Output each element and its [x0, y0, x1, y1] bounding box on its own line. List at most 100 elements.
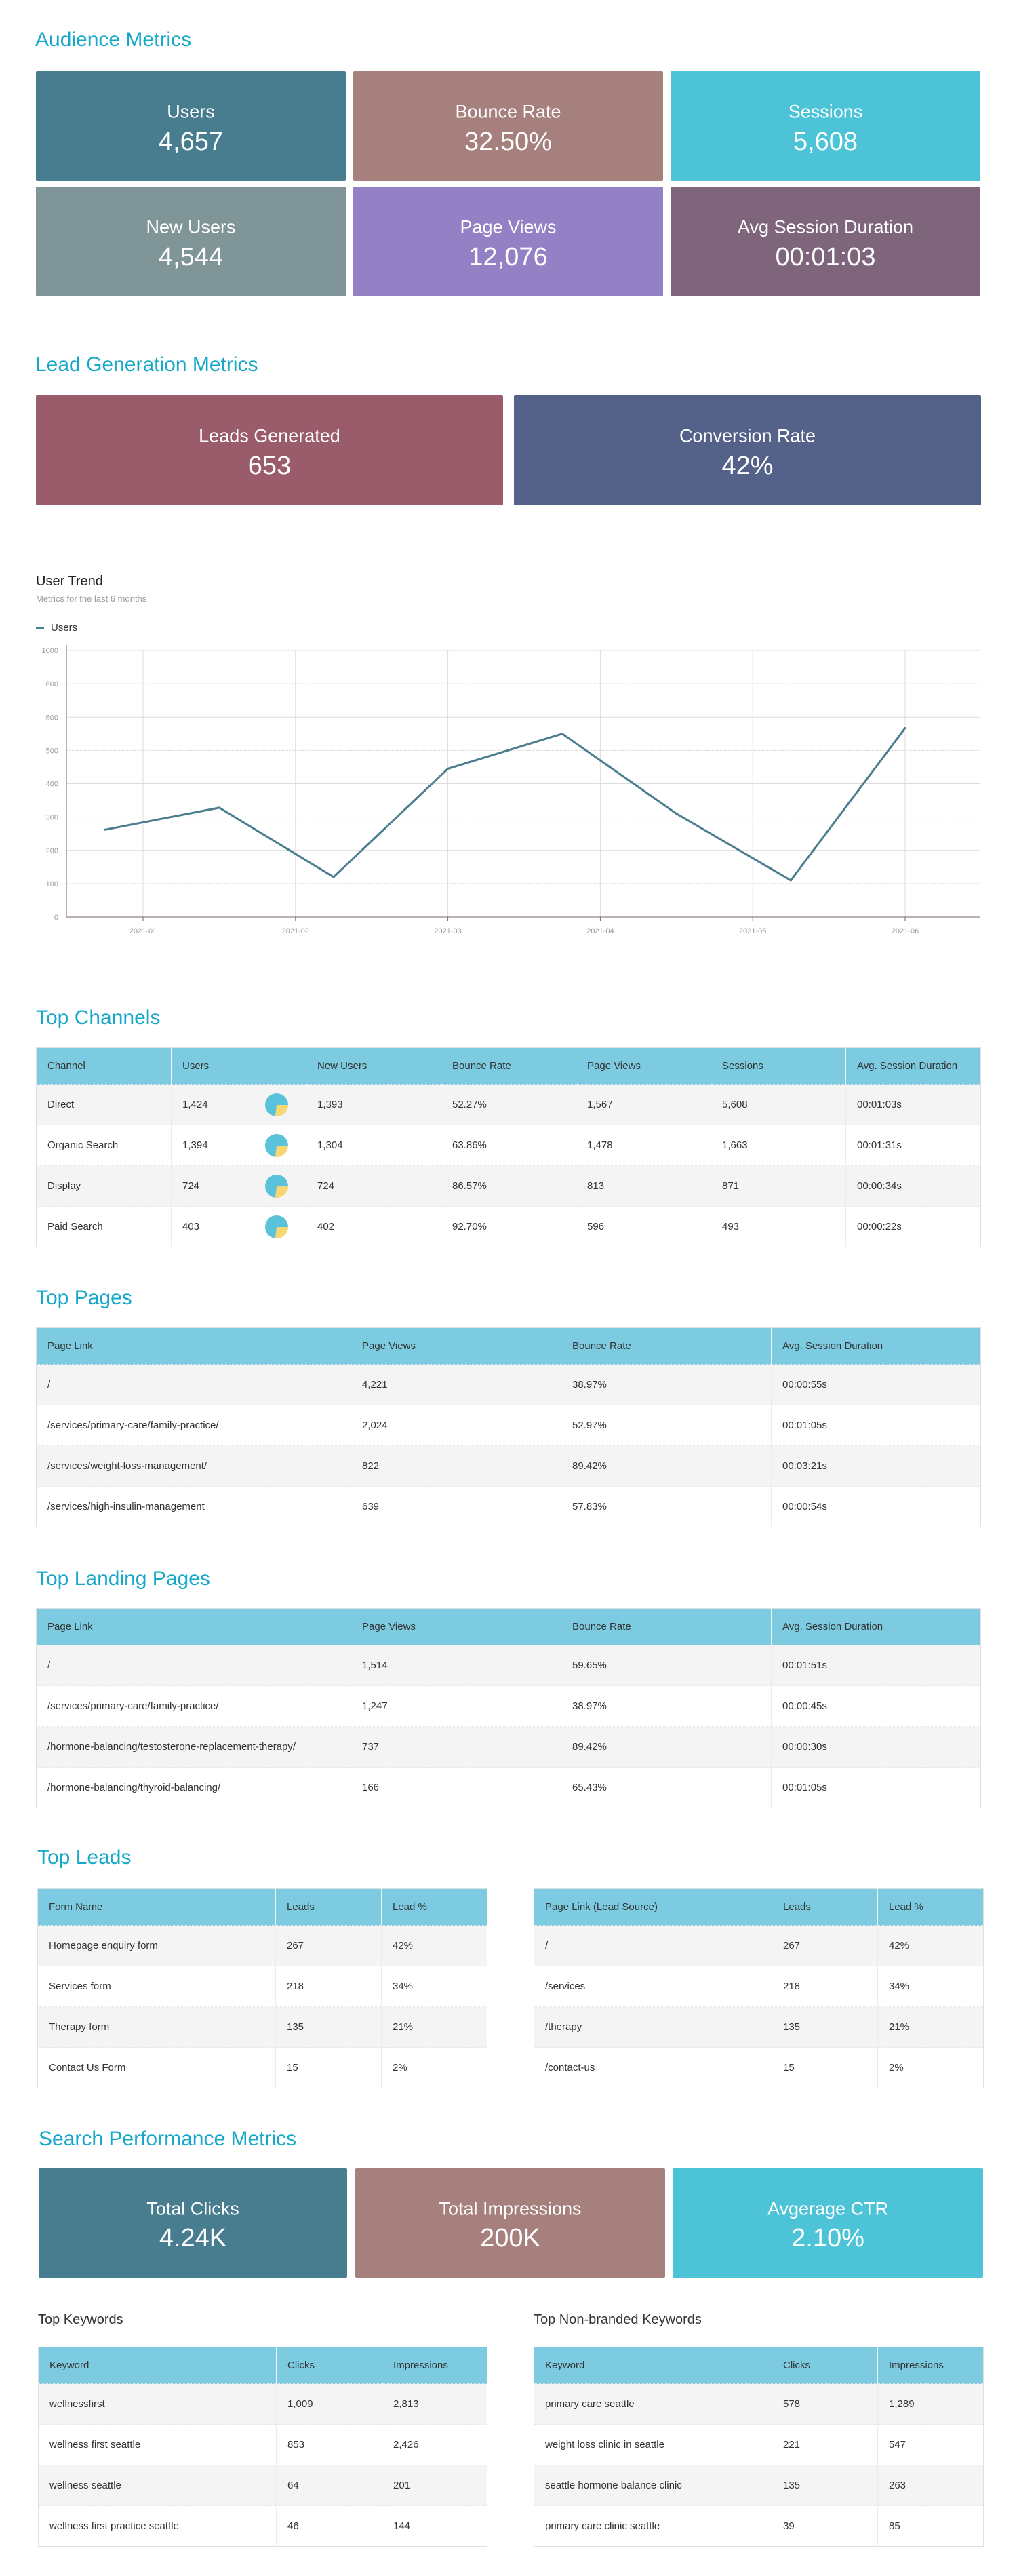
table-row[interactable]: Homepage enquiry form 267 42% — [37, 1925, 487, 1966]
cell-new-users: 1,393 — [306, 1084, 441, 1125]
users-cell-content: 1,394 — [182, 1133, 295, 1157]
legend-label-users: Users — [51, 622, 78, 633]
column-header-page-views[interactable]: Page Views — [576, 1047, 711, 1085]
table-header-row: Page Link Page Views Bounce Rate Avg. Sessi… — [36, 1608, 981, 1645]
table-row[interactable]: /hormone-balancing/testosterone-replacem… — [36, 1726, 981, 1768]
x-tick-label: 2021-04 — [586, 927, 614, 935]
column-header-page-views[interactable]: Page Views — [351, 1327, 561, 1365]
column-header-users[interactable]: Users — [171, 1047, 306, 1085]
column-header-page-link[interactable]: Page Link — [36, 1608, 351, 1645]
table-row[interactable]: Services form 218 34% — [37, 1966, 487, 2007]
table-row[interactable]: /contact-us 15 2% — [534, 2047, 984, 2088]
cell-form-name: Homepage enquiry form — [37, 1925, 276, 1966]
table-row[interactable]: primary care seattle 578 1,289 — [534, 2383, 984, 2425]
lead-generation-title: Lead Generation Metrics — [35, 353, 258, 376]
column-header-keyword[interactable]: Keyword — [534, 2347, 772, 2384]
table-row[interactable]: Contact Us Form 15 2% — [37, 2047, 487, 2088]
x-tick-label: 2021-05 — [739, 927, 766, 935]
table-row[interactable]: /4,221 38.97% 00:00:55s — [36, 1364, 981, 1405]
column-header-leads[interactable]: Leads — [772, 1888, 878, 1926]
cell-avg-session-duration: 00:00:45s — [771, 1685, 981, 1727]
table-row[interactable]: wellness first seattle 853 2,426 — [38, 2424, 487, 2465]
cell-keyword: wellness first practice seattle — [38, 2505, 277, 2547]
cell-bounce-rate: 89.42% — [561, 1445, 772, 1487]
table-row[interactable]: Display 724 724 86.57% 813 871 00:00:34s — [36, 1165, 981, 1207]
column-header-bounce-rate[interactable]: Bounce Rate — [561, 1608, 772, 1645]
cell-lead: 34% — [877, 1966, 984, 2007]
table-row[interactable]: seattle hormone balance clinic 135 263 — [534, 2465, 984, 2506]
metric-card-users: Users 4,657 — [36, 71, 346, 181]
column-header-form-name[interactable]: Form Name — [37, 1888, 276, 1926]
column-header-page-views[interactable]: Page Views — [351, 1608, 561, 1645]
column-header-clicks[interactable]: Clicks — [276, 2347, 382, 2384]
table-row[interactable]: /267 42% — [534, 1925, 984, 1966]
data-point — [904, 726, 906, 729]
table-row[interactable]: wellnessfirst 1,009 2,813 — [38, 2383, 487, 2425]
column-header-bounce-rate[interactable]: Bounce Rate — [441, 1047, 576, 1085]
table-row[interactable]: wellness seattle 64 201 — [38, 2465, 487, 2506]
column-header-bounce-rate[interactable]: Bounce Rate — [561, 1327, 772, 1365]
column-header-new-users[interactable]: New Users — [306, 1047, 441, 1085]
metric-label: Users — [167, 101, 215, 122]
cell-page-views: 1,478 — [576, 1125, 711, 1166]
pie-chart-icon — [265, 1093, 288, 1116]
table-row[interactable]: /therapy 135 21% — [534, 2006, 984, 2048]
table-row[interactable]: /1,514 59.65% 00:01:51s — [36, 1645, 981, 1686]
cell-new-users: 724 — [306, 1165, 441, 1207]
y-tick-label: 500 — [46, 747, 58, 755]
column-header-clicks[interactable]: Clicks — [772, 2347, 878, 2384]
table-row[interactable]: Organic Search 1,394 1,304 63.86% 1,478 1,663… — [36, 1125, 981, 1166]
metric-value: 4.24K — [159, 2224, 227, 2253]
table-row[interactable]: Therapy form 135 21% — [37, 2006, 487, 2048]
table-row[interactable]: /services/high-insulin-management 639 57.8… — [36, 1486, 981, 1527]
table-row[interactable]: weight loss clinic in seattle 221 547 — [534, 2424, 984, 2465]
table-row[interactable]: /services/primary-care/family-practice/1… — [36, 1685, 981, 1727]
chart-legend[interactable]: Users — [36, 622, 77, 633]
column-header-impressions[interactable]: Impressions — [382, 2347, 487, 2384]
column-header-avg-session-duration[interactable]: Avg. Session Duration — [845, 1047, 981, 1085]
column-header-impressions[interactable]: Impressions — [877, 2347, 984, 2384]
table-row[interactable]: /services/weight-loss-management/822 89.4… — [36, 1445, 981, 1487]
cell-clicks: 46 — [276, 2505, 382, 2547]
cell-sessions: 493 — [711, 1206, 846, 1247]
table-row[interactable]: wellness first practice seattle 46 144 — [38, 2505, 487, 2547]
cell-form-name: Contact Us Form — [37, 2047, 276, 2088]
cell-page-views: 1,567 — [576, 1084, 711, 1125]
x-tick-label: 2021-03 — [434, 927, 461, 935]
cell-avg-session-duration: 00:00:30s — [771, 1726, 981, 1768]
users-value: 1,394 — [182, 1139, 208, 1151]
table-row[interactable]: /services 218 34% — [534, 1966, 984, 2007]
column-header-sessions[interactable]: Sessions — [711, 1047, 846, 1085]
column-header-page-link-lead-source[interactable]: Page Link (Lead Source) — [534, 1888, 772, 1926]
column-header-channel[interactable]: Channel — [36, 1047, 172, 1085]
cell-leads: 15 — [772, 2047, 878, 2088]
table-row[interactable]: primary care clinic seattle 39 85 — [534, 2505, 984, 2547]
cell-lead: 42% — [381, 1925, 487, 1966]
table-header-row: Form Name Leads Lead % — [37, 1888, 487, 1926]
metric-card-sessions: Sessions 5,608 — [671, 71, 980, 181]
cell-keyword: weight loss clinic in seattle — [534, 2424, 772, 2465]
search-performance-title: Search Performance Metrics — [39, 2128, 297, 2150]
column-header-page-link[interactable]: Page Link — [36, 1327, 351, 1365]
cell-keyword: wellness first seattle — [38, 2424, 277, 2465]
cell-avg-session-duration: 00:00:54s — [771, 1486, 981, 1527]
cell-bounce-rate: 38.97% — [561, 1364, 772, 1405]
metric-value: 5,608 — [793, 127, 858, 156]
cell-form-name: Services form — [37, 1966, 276, 2007]
table-row[interactable]: /hormone-balancing/thyroid-balancing/166… — [36, 1767, 981, 1808]
cell-clicks: 1,009 — [276, 2383, 382, 2425]
cell-leads: 218 — [275, 1966, 382, 2007]
cell-page-views: 639 — [351, 1486, 561, 1527]
table-row[interactable]: /services/primary-care/family-practice/2… — [36, 1405, 981, 1446]
table-row[interactable]: Paid Search 403 402 92.70% 596 493 00:00:22s — [36, 1206, 981, 1247]
column-header-avg-session-duration[interactable]: Avg. Session Duration — [771, 1608, 981, 1645]
column-header-lead[interactable]: Lead % — [877, 1888, 984, 1926]
column-header-keyword[interactable]: Keyword — [38, 2347, 277, 2384]
column-header-lead[interactable]: Lead % — [381, 1888, 487, 1926]
cell-bounce-rate: 59.65% — [561, 1645, 772, 1686]
chart-title: User Trend — [36, 574, 103, 589]
column-header-leads[interactable]: Leads — [275, 1888, 382, 1926]
column-header-avg-session-duration[interactable]: Avg. Session Duration — [771, 1327, 981, 1365]
series-line-users — [104, 727, 906, 882]
table-row[interactable]: Direct 1,424 1,393 52.27% 1,567 5,608 00:01:03… — [36, 1084, 981, 1125]
